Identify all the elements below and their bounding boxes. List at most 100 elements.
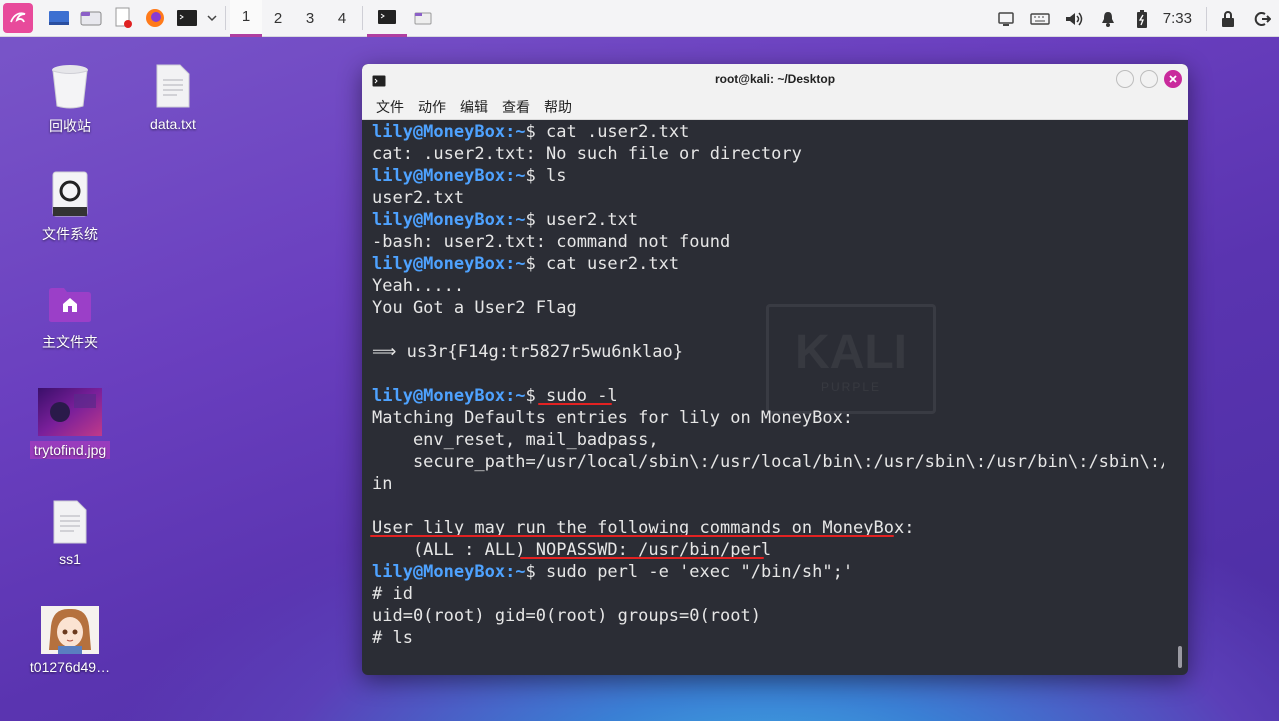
workspace-1[interactable]: 1 (230, 0, 262, 37)
close-icon (1169, 75, 1177, 83)
terminal-output-line: Matching Defaults entries for lily on Mo… (372, 408, 854, 428)
close-button[interactable] (1164, 70, 1182, 88)
chevron-down-icon[interactable] (203, 0, 221, 37)
window-titlebar[interactable]: root@kali: ~/Desktop (362, 64, 1188, 94)
text-editor-icon[interactable] (107, 0, 139, 37)
terminal-prompt-line: lily@MoneyBox:~$ sudo -l (372, 385, 1164, 407)
prompt-path: :~ (505, 562, 526, 582)
menu-actions[interactable]: 动作 (418, 97, 446, 117)
menu-edit[interactable]: 编辑 (460, 97, 488, 117)
desktop-icon-label: 回收站 (49, 118, 91, 134)
terminal-output[interactable]: KALI PURPLE lily@MoneyBox:~$ cat .user2.… (366, 120, 1184, 670)
menu-view[interactable]: 查看 (502, 97, 530, 117)
terminal-prompt-line: lily@MoneyBox:~$ cat .user2.txt (372, 121, 1164, 143)
show-desktop-icon[interactable] (43, 0, 75, 37)
desktop-icon-label: 主文件夹 (42, 334, 98, 350)
scrollbar-thumb[interactable] (1178, 646, 1182, 668)
prompt-user-host: lily@MoneyBox (372, 122, 506, 142)
desktop-icon-ss1[interactable]: ss1 (25, 497, 115, 567)
taskbar-file-manager-window[interactable] (407, 0, 439, 37)
terminal-output-line: -bash: user2.txt: command not found (372, 232, 731, 252)
terminal-icon (378, 9, 396, 24)
desktop-icon-trash[interactable]: 回收站 (25, 60, 115, 136)
annotation-underline (520, 557, 764, 559)
prompt-path: :~ (505, 254, 526, 274)
desktop-icon-label: 文件系统 (42, 226, 98, 242)
prompt-path: :~ (505, 122, 526, 142)
terminal-prompt-line: lily@MoneyBox:~$ ls (372, 165, 1164, 187)
prompt-user-host: lily@MoneyBox (372, 210, 506, 230)
terminal-output-line: user2.txt (372, 188, 465, 208)
text-file-icon (128, 60, 218, 112)
home-folder-icon (25, 280, 115, 328)
desktop-icon-label: t01276d49… (29, 659, 111, 675)
image-thumbnail (25, 387, 115, 437)
keyboard-icon[interactable] (1023, 0, 1057, 37)
prompt-user-host: lily@MoneyBox (372, 562, 506, 582)
annotation-underline (538, 403, 612, 405)
file-manager-icon[interactable] (75, 0, 107, 37)
terminal-output-line: env_reset, mail_badpass, (372, 430, 659, 450)
kali-dragon-icon (10, 12, 26, 23)
menu-file[interactable]: 文件 (376, 97, 404, 117)
terminal-output-line: # id (372, 584, 413, 604)
clock[interactable]: 7:33 (1163, 10, 1192, 27)
window-title: root@kali: ~/Desktop (714, 72, 836, 86)
trash-icon (25, 60, 115, 112)
desktop-icon-t01276d49[interactable]: t01276d49… (25, 605, 115, 675)
firefox-icon[interactable] (139, 0, 171, 37)
notifications-bell-icon[interactable] (1091, 0, 1125, 37)
prompt-command: $ user2.txt (525, 210, 639, 230)
desktop-icon-label: trytofind.jpg (29, 441, 111, 459)
workspace-2[interactable]: 2 (262, 0, 294, 37)
annotation-underline (370, 535, 894, 537)
prompt-command: $ cat .user2.txt (525, 122, 690, 142)
terminal-output-line: uid=0(root) gid=0(root) groups=0(root) (372, 606, 761, 626)
maximize-button[interactable] (1140, 70, 1158, 88)
volume-icon[interactable] (1057, 0, 1091, 37)
prompt-path: :~ (505, 210, 526, 230)
desktop-icon-label: data.txt (150, 116, 196, 132)
terminal-lines: lily@MoneyBox:~$ cat .user2.txt cat: .use… (372, 121, 1164, 649)
desktop-icon-trytofind-jpg[interactable]: trytofind.jpg (25, 387, 115, 463)
kali-menu-button[interactable] (3, 3, 33, 33)
desktop-icon-filesystem[interactable]: 文件系统 (25, 168, 115, 244)
terminal-output-line: You Got a User2 Flag (372, 298, 577, 318)
taskbar-terminal-window[interactable] (367, 0, 407, 37)
anime-image-thumbnail (25, 605, 115, 655)
terminal-output-line: # ls (372, 628, 413, 648)
workspace-4[interactable]: 4 (326, 0, 358, 37)
logout-icon[interactable] (1245, 0, 1279, 37)
menu-help[interactable]: 帮助 (544, 97, 572, 117)
prompt-command: $ ls (525, 166, 567, 186)
terminal-launcher-icon[interactable] (171, 0, 203, 37)
divider (362, 6, 363, 30)
desktop-icon-data-txt[interactable]: data.txt (128, 60, 218, 132)
drive-icon (25, 168, 115, 220)
prompt-command: $ sudo perl -e 'exec "/bin/sh";' (525, 562, 854, 582)
lock-screen-icon[interactable] (1211, 0, 1245, 37)
terminal-output-line: Yeah..... (372, 276, 465, 296)
prompt-path: :~ (505, 166, 526, 186)
terminal-menubar: 文件 动作 编辑 查看 帮助 (362, 94, 1188, 120)
top-panel: 1 2 3 4 7:33 (0, 0, 1279, 37)
desktop-icon-home-folder[interactable]: 主文件夹 (25, 280, 115, 352)
battery-charging-icon[interactable] (1125, 0, 1159, 37)
prompt-user-host: lily@MoneyBox (372, 254, 506, 274)
terminal-scrollbar[interactable] (1174, 120, 1182, 670)
prompt-user-host: lily@MoneyBox (372, 386, 506, 406)
minimize-button[interactable] (1116, 70, 1134, 88)
terminal-output-line: in (372, 474, 393, 494)
system-tray: 7:33 (989, 0, 1279, 37)
terminal-icon (372, 72, 386, 91)
display-icon[interactable] (989, 0, 1023, 37)
terminal-prompt-line: lily@MoneyBox:~$ sudo perl -e 'exec "/bi… (372, 561, 1164, 583)
prompt-path: :~ (505, 386, 526, 406)
terminal-prompt-line: lily@MoneyBox:~$ cat user2.txt (372, 253, 1164, 275)
workspace-3[interactable]: 3 (294, 0, 326, 37)
prompt-command: $ cat user2.txt (525, 254, 680, 274)
text-file-icon (25, 497, 115, 547)
folder-window-icon (414, 12, 432, 25)
